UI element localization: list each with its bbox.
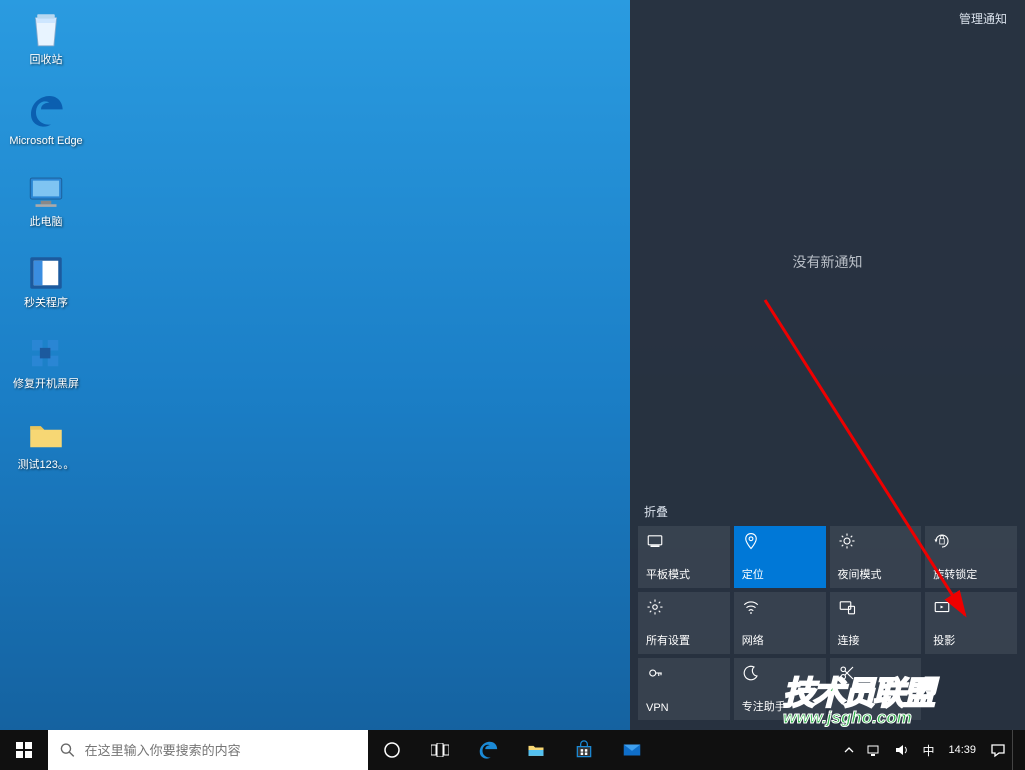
sun-icon <box>838 532 856 550</box>
shutdown-tool-icon[interactable]: 秒关程序 <box>8 251 84 310</box>
tile-label: 旋转锁定 <box>933 566 1009 582</box>
icon-label: 回收站 <box>30 54 63 67</box>
tray-overflow[interactable] <box>838 730 860 770</box>
search-icon <box>60 742 75 758</box>
show-desktop-button[interactable] <box>1012 730 1025 770</box>
cortana-button[interactable] <box>368 730 416 770</box>
icon-label: 修复开机黑屏 <box>13 378 79 391</box>
tile-night-light[interactable]: 夜间模式 <box>830 526 922 588</box>
quick-action-tiles: 平板模式 定位 夜间模式 旋转锁定 所有设置 网络 <box>630 526 1025 730</box>
taskbar-explorer[interactable] <box>512 730 560 770</box>
icon-label: 秒关程序 <box>24 297 68 310</box>
tray-volume-icon[interactable] <box>888 730 916 770</box>
moon-icon <box>742 664 760 682</box>
taskbar-search[interactable] <box>48 730 368 770</box>
tile-location[interactable]: 定位 <box>734 526 826 588</box>
icon-label: 测试123。。 <box>18 459 75 472</box>
search-input[interactable] <box>85 743 356 758</box>
no-notifications-text: 没有新通知 <box>630 27 1025 497</box>
tray-clock[interactable]: 14:39 <box>940 730 984 770</box>
tile-label: 投影 <box>933 632 1009 648</box>
icon-label: Microsoft Edge <box>9 135 82 148</box>
vpn-icon <box>646 664 664 682</box>
project-icon <box>933 598 951 616</box>
manage-notifications-link[interactable]: 管理通知 <box>959 12 1007 26</box>
collapse-link[interactable]: 折叠 <box>644 505 668 519</box>
start-button[interactable] <box>0 730 48 770</box>
tile-label: 网络 <box>742 632 818 648</box>
this-pc-icon[interactable]: 此电脑 <box>8 170 84 229</box>
rotation-lock-icon <box>933 532 951 550</box>
tile-focus-assist[interactable]: 专注助手 <box>734 658 826 720</box>
tile-tablet-mode[interactable]: 平板模式 <box>638 526 730 588</box>
tile-vpn[interactable]: VPN <box>638 658 730 720</box>
desktop: 回收站 Microsoft Edge 此电脑 秒关程序 修复开机黑屏 测试123… <box>0 0 1025 770</box>
tablet-icon <box>646 532 664 550</box>
fix-boot-icon[interactable]: 修复开机黑屏 <box>8 332 84 391</box>
test-folder-icon[interactable]: 测试123。。 <box>8 413 84 472</box>
tile-project[interactable]: 投影 <box>925 592 1017 654</box>
tile-label: 所有设置 <box>646 632 722 648</box>
tile-label: 夜间模式 <box>838 566 914 582</box>
task-view-button[interactable] <box>416 730 464 770</box>
taskbar-edge[interactable] <box>464 730 512 770</box>
tray-action-center-icon[interactable] <box>984 730 1012 770</box>
system-tray: 中 14:39 <box>838 730 1025 770</box>
recycle-bin-icon[interactable]: 回收站 <box>8 8 84 67</box>
snip-icon <box>838 664 856 682</box>
tile-all-settings[interactable]: 所有设置 <box>638 592 730 654</box>
taskbar: 中 14:39 <box>0 730 1025 770</box>
icon-label: 此电脑 <box>30 216 63 229</box>
tile-label: 定位 <box>742 566 818 582</box>
tile-screen-snip[interactable] <box>830 658 922 720</box>
wifi-icon <box>742 598 760 616</box>
gear-icon <box>646 598 664 616</box>
tile-label: 专注助手 <box>742 698 818 714</box>
tray-network-icon[interactable] <box>860 730 888 770</box>
taskbar-mail[interactable] <box>608 730 656 770</box>
desktop-icons: 回收站 Microsoft Edge 此电脑 秒关程序 修复开机黑屏 测试123… <box>8 8 84 472</box>
location-icon <box>742 532 760 550</box>
tile-network[interactable]: 网络 <box>734 592 826 654</box>
taskbar-store[interactable] <box>560 730 608 770</box>
tray-ime-icon[interactable]: 中 <box>916 730 940 770</box>
action-center-panel: 管理通知 没有新通知 折叠 平板模式 定位 夜间模式 旋转锁定 所有设置 <box>630 0 1025 730</box>
tile-label: 平板模式 <box>646 566 722 582</box>
tile-label: 连接 <box>838 632 914 648</box>
connect-icon <box>838 598 856 616</box>
tile-rotation-lock[interactable]: 旋转锁定 <box>925 526 1017 588</box>
tile-label: VPN <box>646 702 722 714</box>
edge-icon[interactable]: Microsoft Edge <box>8 89 84 148</box>
tile-connect[interactable]: 连接 <box>830 592 922 654</box>
